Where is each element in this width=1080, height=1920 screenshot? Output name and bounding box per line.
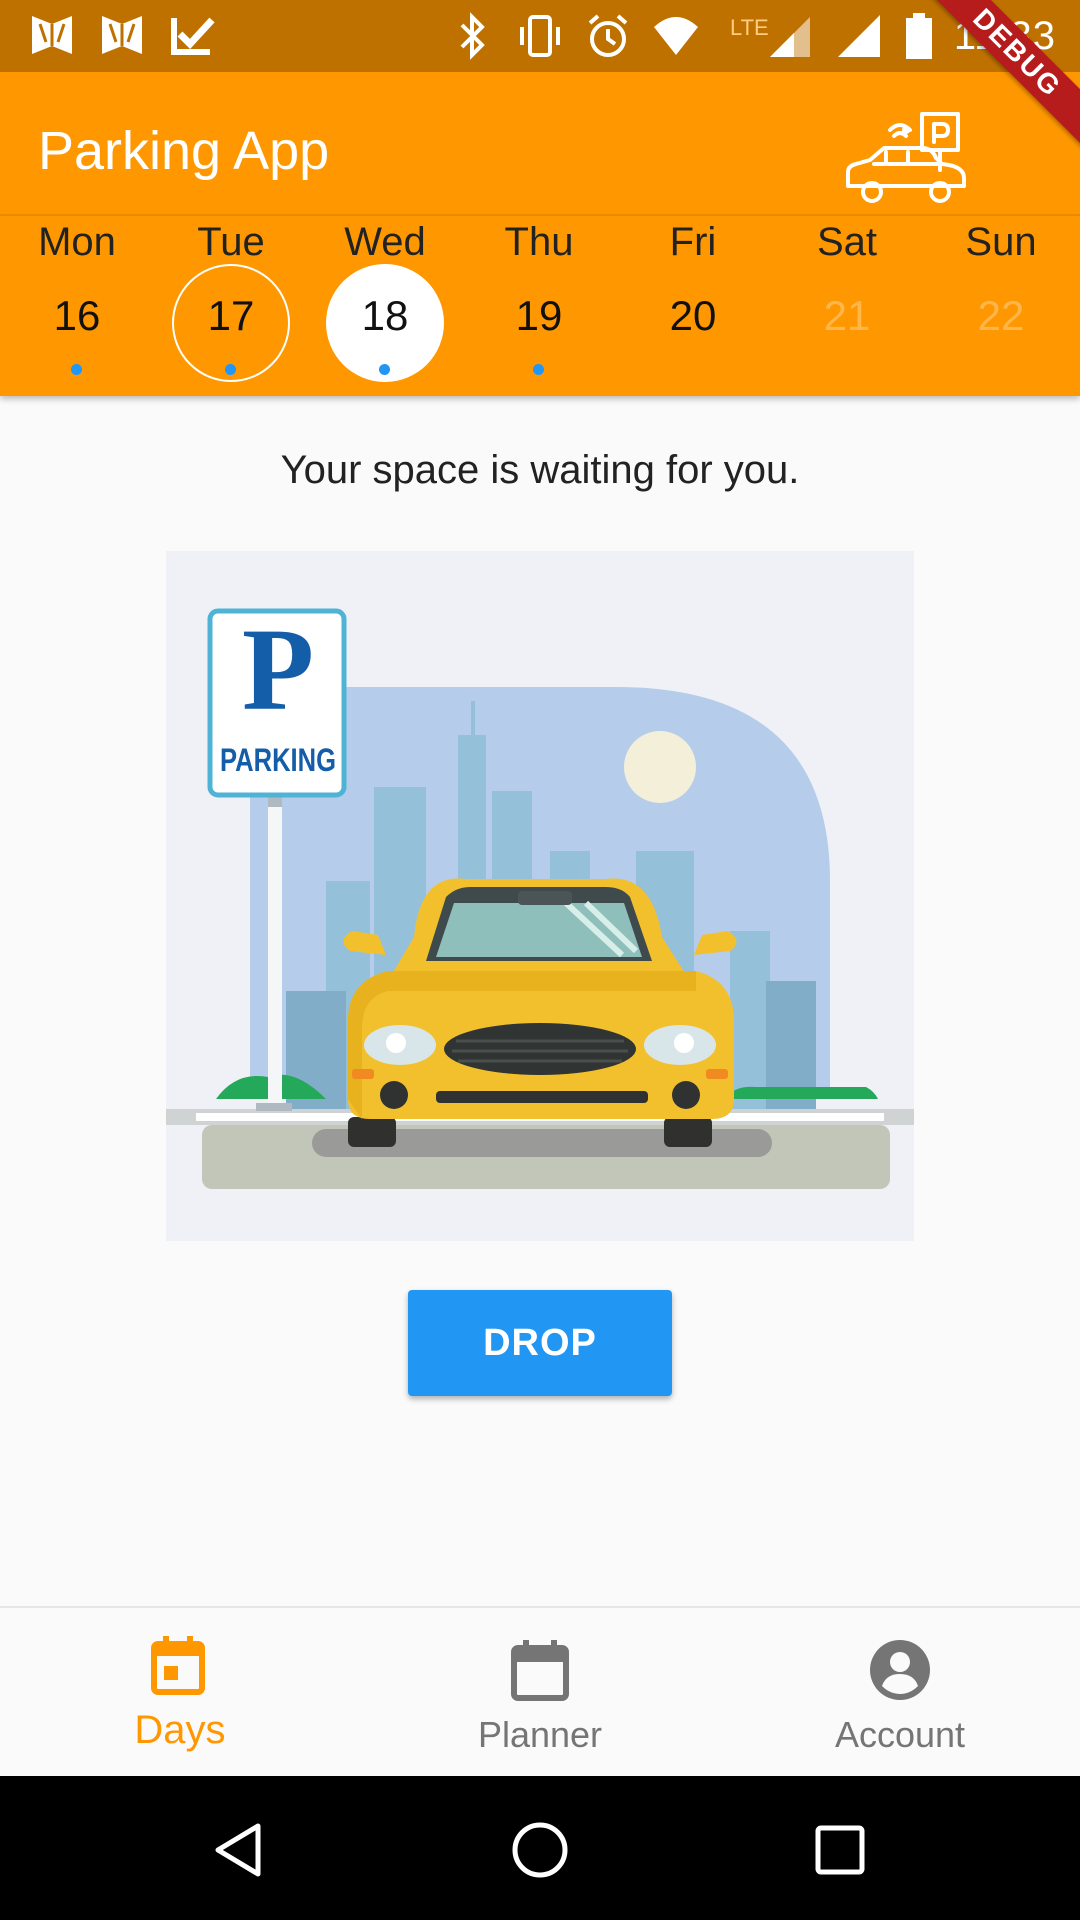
bottom-navigation: Days Planner Account <box>0 1606 1080 1778</box>
check-notification-icon <box>171 17 215 55</box>
day-name: Mon <box>38 220 116 264</box>
calendar-icon <box>511 1640 569 1701</box>
back-icon[interactable] <box>210 1820 270 1880</box>
event-dot <box>533 364 544 375</box>
day-fri[interactable]: Fri 20 <box>616 216 770 396</box>
day-number: 22 <box>977 292 1025 339</box>
day-thu[interactable]: Thu 19 <box>462 216 616 396</box>
status-bar: LTE 11:33 DEBUG <box>0 0 1080 155</box>
day-number: 21 <box>823 292 871 339</box>
nav-item-planner[interactable]: Planner <box>360 1608 720 1778</box>
recents-icon[interactable] <box>810 1820 870 1880</box>
alarm-icon <box>588 14 628 57</box>
app-title: Parking App <box>38 121 330 181</box>
day-number-circle: 17 <box>172 264 290 382</box>
nav-item-days[interactable]: Days <box>0 1608 360 1778</box>
event-dot <box>225 364 236 375</box>
app-bar: Parking App <box>0 72 1080 214</box>
calendar-today-icon <box>151 1636 205 1695</box>
day-number-circle: 16 <box>18 264 136 382</box>
day-wed[interactable]: Wed 18 <box>308 216 462 396</box>
day-name: Thu <box>504 220 574 264</box>
parking-illustration: P PARKING <box>166 551 914 1241</box>
day-sun: Sun 22 <box>924 216 1078 396</box>
wifi-icon <box>653 17 698 55</box>
day-name: Sun <box>965 220 1037 264</box>
smart-parking-car-icon <box>846 112 966 203</box>
lte-signal-icon: LTE <box>730 15 810 57</box>
day-number-circle: 18 <box>326 264 444 382</box>
nav-item-account[interactable]: Account <box>720 1608 1080 1778</box>
day-name: Fri <box>669 220 717 264</box>
bluetooth-icon <box>460 12 485 60</box>
day-sat: Sat 21 <box>770 216 924 396</box>
day-mon[interactable]: Mon 16 <box>0 216 154 396</box>
event-dot <box>379 364 390 375</box>
day-number-circle: 19 <box>480 264 598 382</box>
nav-label-planner: Planner <box>477 1714 603 1755</box>
day-number: 16 <box>53 292 101 339</box>
battery-icon <box>905 13 932 59</box>
system-navigation-bar <box>0 1776 1080 1920</box>
event-dot <box>71 364 82 375</box>
day-name: Sat <box>816 220 878 264</box>
day-number-circle: 21 <box>788 264 906 382</box>
day-number: 18 <box>361 292 409 339</box>
day-number: 20 <box>669 292 717 339</box>
day-number: 17 <box>207 292 255 339</box>
status-message: Your space is waiting for you. <box>280 448 800 492</box>
sign-letter: P <box>242 604 314 735</box>
vibrate-icon <box>519 15 560 57</box>
notification-app-icon <box>32 16 72 54</box>
day-number-circle: 22 <box>942 264 1060 382</box>
day-number-circle: 20 <box>634 264 752 382</box>
drop-button[interactable]: DROP <box>408 1290 672 1396</box>
day-tue[interactable]: Tue 17 <box>154 216 308 396</box>
sign-text: PARKING <box>220 742 336 778</box>
days-strip: Mon 16 Tue 17 Wed 18 Thu 19 Fri 20 Sat 2… <box>0 216 1080 396</box>
home-icon[interactable] <box>510 1820 570 1880</box>
account-circle-icon <box>870 1640 930 1700</box>
notification-app-icon <box>102 16 142 54</box>
day-name: Wed <box>344 220 426 264</box>
nav-label-account: Account <box>834 1714 966 1755</box>
day-name: Tue <box>197 220 265 264</box>
nav-label-days: Days <box>134 1708 226 1752</box>
signal-icon <box>837 15 880 57</box>
day-number: 19 <box>515 292 563 339</box>
svg-text:LTE: LTE <box>730 15 769 40</box>
